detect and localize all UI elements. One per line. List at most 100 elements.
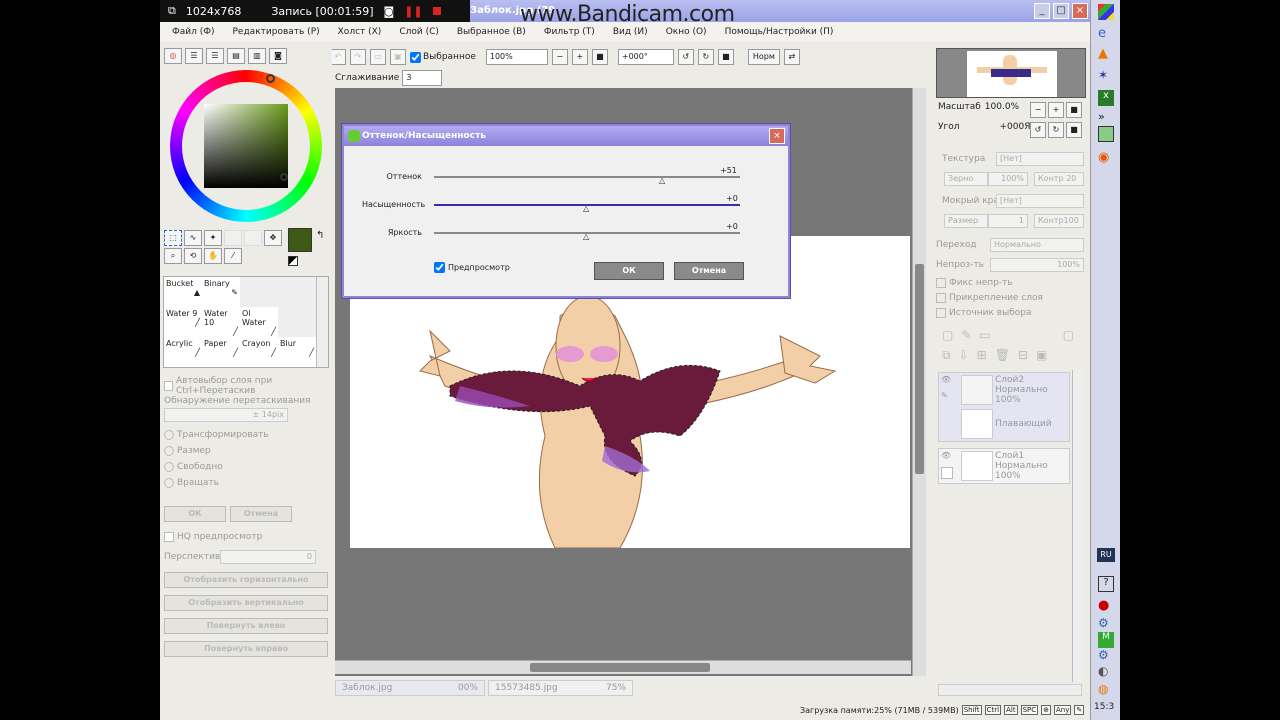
selected-checkbox[interactable] — [410, 51, 421, 63]
menu-selection[interactable]: Выбранное (В) — [457, 27, 526, 37]
layer-lock-box[interactable] — [941, 467, 953, 479]
scale-value[interactable]: 100.0% — [985, 102, 1019, 112]
perspective-field[interactable]: 0 — [220, 550, 316, 564]
excel-icon[interactable]: x — [1098, 90, 1114, 106]
swap-colors-icon[interactable]: ↰ — [316, 230, 324, 241]
texture-select[interactable]: [Нет] — [996, 152, 1084, 166]
ie-icon[interactable]: e — [1098, 26, 1114, 42]
layer-item-1[interactable]: 👁 Слой1 Нормально 100% — [938, 448, 1070, 484]
normal-view-button[interactable]: Норм — [747, 49, 780, 65]
tool-acrylic[interactable]: Acrylic ╱ — [164, 337, 202, 367]
selection-source-option[interactable]: Источник выбора — [936, 308, 1043, 318]
tool-oil-water[interactable]: Ol Water ╱ — [240, 307, 278, 337]
dialog-close-button[interactable]: × — [769, 128, 785, 144]
saturation-handle[interactable]: △ — [583, 204, 589, 213]
layer-mask-icon[interactable]: ▢ — [1063, 328, 1074, 342]
merge-down-icon[interactable]: ⇩ — [959, 348, 969, 363]
drag-detect-field[interactable]: ± 14pix — [164, 408, 288, 422]
size-value[interactable]: 1 — [988, 214, 1028, 228]
new-folder-icon[interactable]: ▭ — [979, 328, 990, 342]
menu-layer[interactable]: Слой (С) — [399, 27, 439, 37]
start-icon[interactable] — [1098, 4, 1114, 20]
free-radio[interactable]: Свободно — [164, 462, 269, 472]
app-icon[interactable]: ✶ — [1098, 68, 1114, 84]
nav-rotate-reset-button[interactable]: ■ — [1066, 122, 1082, 138]
menu-view[interactable]: Вид (И) — [613, 27, 648, 37]
flip-horizontal-button[interactable]: Отобразить горизонтально — [164, 572, 328, 588]
rotate-radio[interactable]: Вращать — [164, 478, 269, 488]
tool-paper[interactable]: Paper ╱ — [202, 337, 240, 367]
tool-water-10[interactable]: Water 10 ╱ — [202, 307, 240, 337]
nav-rotate-right-button[interactable]: ↻ — [1048, 122, 1064, 138]
saturation-value-square[interactable] — [204, 104, 288, 188]
magic-wand-icon[interactable]: ✦ — [204, 230, 222, 246]
nav-zoom-reset-button[interactable]: ■ — [1066, 102, 1082, 118]
merge-visible-icon[interactable]: ⊞ — [977, 348, 987, 363]
language-indicator[interactable]: RU — [1097, 548, 1115, 562]
transform-radio[interactable]: Трансформировать — [164, 430, 269, 440]
nav-rotate-left-button[interactable]: ↺ — [1030, 122, 1046, 138]
texture-contrast[interactable]: Контр 20 — [1034, 172, 1084, 186]
flip-vertical-button[interactable]: Отобразить вертикально — [164, 595, 328, 611]
dialog-ok-button[interactable]: ОК — [594, 262, 664, 280]
move-icon[interactable]: ✥ — [264, 230, 282, 246]
close-button[interactable]: × — [1072, 3, 1088, 19]
tool-crayon[interactable]: Crayon ╱ — [240, 337, 278, 367]
color-history-tab[interactable]: ◙ — [269, 48, 287, 64]
camera-icon[interactable]: ◙ — [384, 5, 395, 18]
network-icon[interactable]: ⚙ — [1098, 616, 1114, 632]
color-wheel-tab[interactable]: ◎ — [164, 48, 182, 64]
zoom-icon[interactable]: ⌕ — [164, 248, 182, 264]
delete-layer-icon[interactable]: 🗑 — [995, 348, 1010, 363]
zoom-in-button[interactable]: + — [571, 49, 588, 65]
scratchpad-tab[interactable]: ▥ — [248, 48, 266, 64]
hue-marker[interactable] — [266, 74, 275, 83]
rgb-slider-tab[interactable]: ☰ — [185, 48, 203, 64]
visibility-icon[interactable]: 👁 — [941, 375, 951, 384]
doc-tab[interactable]: 15573485.jpg 75% — [488, 680, 633, 696]
hsv-slider-tab[interactable]: ☰ — [206, 48, 224, 64]
stop-icon[interactable] — [432, 7, 441, 15]
angle-select[interactable]: +000° — [617, 49, 674, 65]
opacity-slider[interactable]: 100% — [990, 258, 1084, 272]
pause-icon[interactable]: ❚❚ — [404, 5, 422, 18]
color-wheel[interactable] — [170, 70, 322, 222]
new-linework-icon[interactable]: ✎ — [961, 328, 971, 342]
tray-icon[interactable]: M — [1098, 632, 1114, 648]
preview-checkbox[interactable] — [434, 262, 445, 273]
hue-slider[interactable] — [434, 176, 740, 178]
layer-settings-icon[interactable]: ▣ — [1036, 348, 1047, 363]
scroll-thumb[interactable] — [915, 264, 924, 474]
minimize-button[interactable]: _ — [1034, 3, 1050, 19]
volume-icon[interactable]: ◐ — [1098, 664, 1114, 680]
brush-lock-icon[interactable]: ✎ — [941, 391, 948, 400]
transform-cancel-button[interactable]: Отмена — [230, 506, 292, 522]
swatches-tab[interactable]: ▤ — [227, 48, 245, 64]
sai-taskbar-icon[interactable] — [1098, 126, 1114, 142]
firefox-icon[interactable]: ◉ — [1098, 150, 1114, 166]
rect-select-icon[interactable]: ⬚ — [164, 230, 182, 246]
smoothing-select[interactable]: 3 — [402, 70, 443, 86]
record-tray-icon[interactable]: ● — [1098, 598, 1114, 614]
menu-window[interactable]: Окно (О) — [666, 27, 707, 37]
clock[interactable]: 15:3 — [1094, 702, 1114, 712]
invert-button[interactable]: ▣ — [390, 49, 406, 65]
grain-value[interactable]: 100% — [988, 172, 1028, 186]
layer-horizontal-scrollbar[interactable] — [938, 684, 1082, 696]
tool-grid-scrollbar[interactable] — [316, 277, 328, 367]
menu-help[interactable]: Помощь/Настройки (П) — [725, 27, 834, 37]
rotate-left-button[interactable]: ↺ — [677, 49, 694, 65]
maximize-button[interactable]: □ — [1053, 3, 1069, 19]
rotate-icon[interactable]: ⟲ — [184, 248, 202, 264]
canvas-vertical-scrollbar[interactable] — [912, 88, 926, 676]
tray-icon[interactable]: ⚙ — [1098, 648, 1114, 664]
layer-list-scrollbar[interactable] — [1072, 370, 1084, 682]
angle-value[interactable]: +000Я — [999, 122, 1030, 132]
tool-bucket[interactable]: Bucket ▲ — [164, 277, 202, 307]
vlc-icon[interactable]: ▲ — [1098, 46, 1114, 62]
menu-file[interactable]: Файл (Ф) — [172, 27, 215, 37]
tool-water-9[interactable]: Water 9 ╱ — [164, 307, 202, 337]
tool-binary[interactable]: Binary ✎ — [202, 277, 240, 307]
flip-view-button[interactable]: ⇄ — [783, 49, 800, 65]
brightness-handle[interactable]: △ — [583, 232, 589, 241]
